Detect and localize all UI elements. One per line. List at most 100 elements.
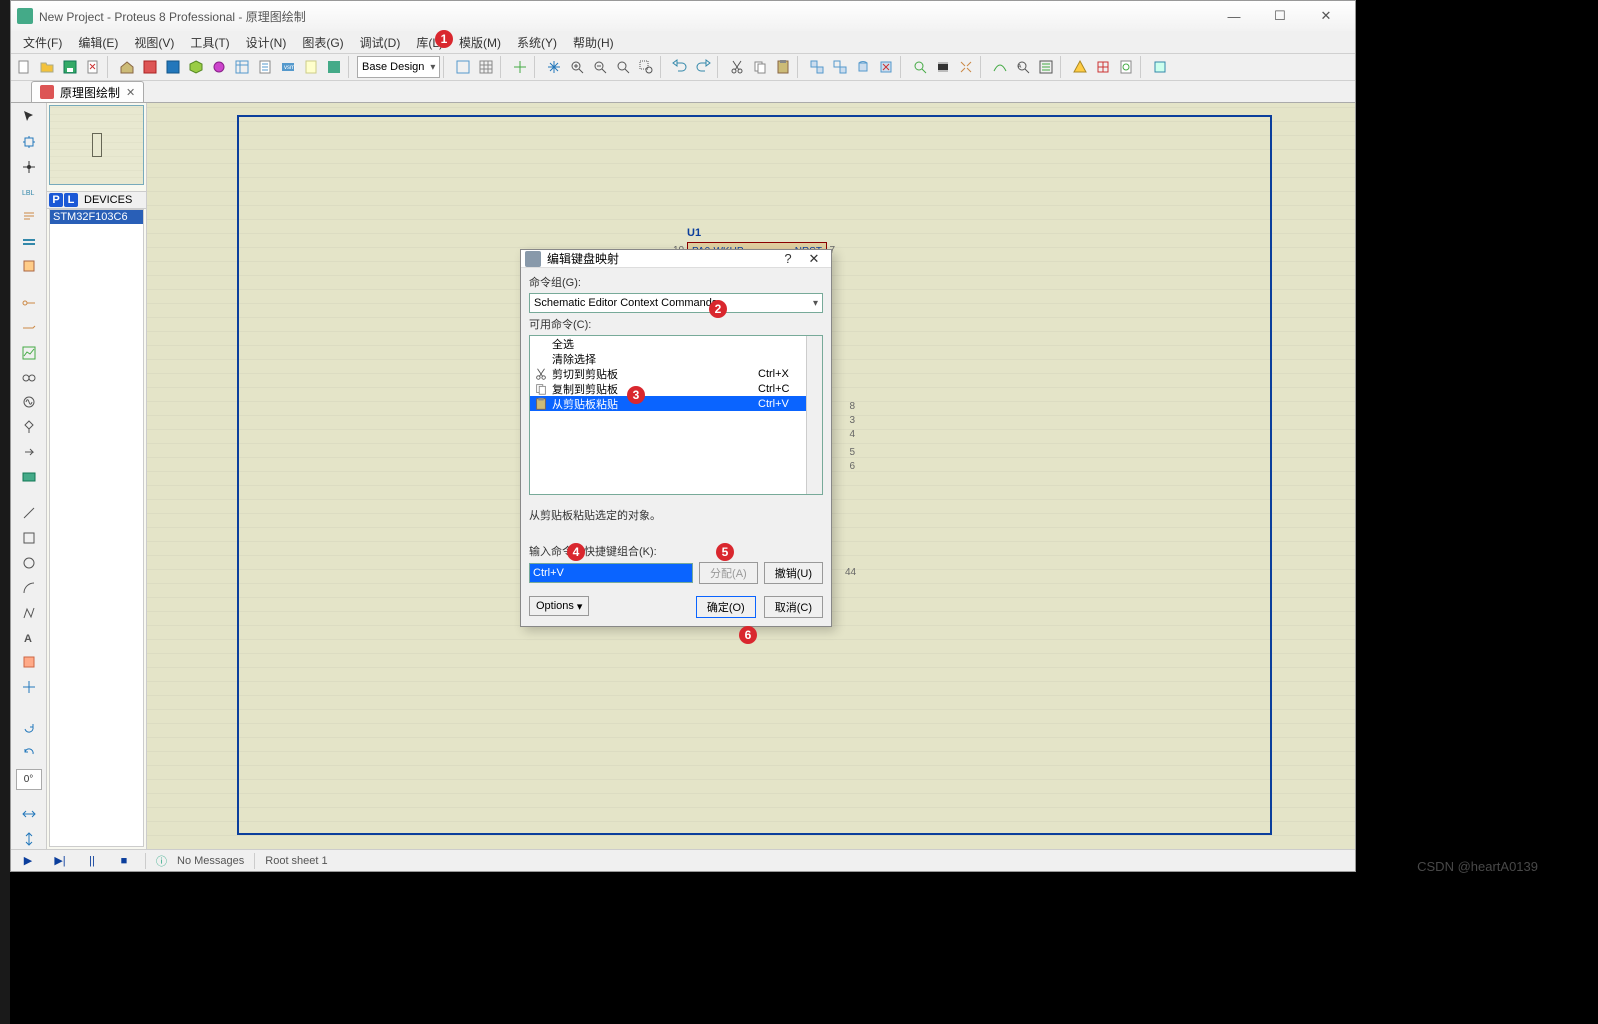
maximize-button[interactable]: ☐	[1257, 1, 1303, 31]
graph-tool-icon[interactable]	[18, 342, 40, 363]
wire-auto-icon[interactable]	[989, 56, 1011, 78]
home-icon[interactable]	[116, 56, 138, 78]
p-button[interactable]: P	[49, 193, 63, 207]
rotation-angle[interactable]: 0°	[16, 769, 42, 790]
component-tool-icon[interactable]	[18, 132, 40, 153]
play-icon[interactable]: ▶	[17, 852, 39, 870]
shortcut-input[interactable]	[529, 563, 693, 583]
copy-icon[interactable]	[749, 56, 771, 78]
menu-graph[interactable]: 图表(G)	[294, 32, 351, 53]
zoom-all-icon[interactable]	[612, 56, 634, 78]
open-icon[interactable]	[36, 56, 58, 78]
netlist-icon[interactable]	[1092, 56, 1114, 78]
probe-i-icon[interactable]	[18, 442, 40, 463]
menu-system[interactable]: 系统(Y)	[509, 32, 565, 53]
junction-tool-icon[interactable]	[18, 157, 40, 178]
ide-icon[interactable]	[323, 56, 345, 78]
block-delete-icon[interactable]	[875, 56, 897, 78]
design-explorer-icon[interactable]	[231, 56, 253, 78]
cut-icon[interactable]	[726, 56, 748, 78]
pin-tool-icon[interactable]	[18, 317, 40, 338]
menu-debug[interactable]: 调试(D)	[352, 32, 409, 53]
menu-edit[interactable]: 编辑(E)	[70, 32, 126, 53]
zoom-area-icon[interactable]	[635, 56, 657, 78]
block-move-icon[interactable]	[829, 56, 851, 78]
marker-2d-icon[interactable]	[18, 677, 40, 698]
list-item[interactable]: 清除选择	[530, 351, 822, 366]
tab-close-icon[interactable]: ✕	[126, 86, 135, 99]
block-copy-icon[interactable]	[806, 56, 828, 78]
bom2-icon[interactable]	[1115, 56, 1137, 78]
zoom-out-icon[interactable]	[589, 56, 611, 78]
grid-icon[interactable]	[475, 56, 497, 78]
menu-file[interactable]: 文件(F)	[15, 32, 70, 53]
close-button[interactable]: ✕	[1303, 1, 1349, 31]
bus-tool-icon[interactable]	[18, 231, 40, 252]
box-2d-icon[interactable]	[18, 528, 40, 549]
probe-v-icon[interactable]	[18, 417, 40, 438]
terminal-tool-icon[interactable]	[18, 293, 40, 314]
text-2d-icon[interactable]: A	[18, 627, 40, 648]
notes-icon[interactable]	[300, 56, 322, 78]
decompose-icon[interactable]	[955, 56, 977, 78]
symbol-2d-icon[interactable]	[18, 652, 40, 673]
arc-icon[interactable]	[1149, 56, 1171, 78]
assign-button[interactable]: 分配(A)	[699, 562, 758, 584]
circle-2d-icon[interactable]	[18, 553, 40, 574]
pause-icon[interactable]: ||	[81, 852, 103, 870]
line-2d-icon[interactable]	[18, 503, 40, 524]
save-icon[interactable]	[59, 56, 81, 78]
commands-listbox[interactable]: 全选 清除选择 剪切到剪贴板Ctrl+X 复制到剪贴板Ctrl+C 从剪贴板粘贴…	[529, 335, 823, 495]
menu-template[interactable]: 模版(M)	[451, 32, 509, 53]
redraw-icon[interactable]	[452, 56, 474, 78]
path-2d-icon[interactable]	[18, 602, 40, 623]
preview-pane[interactable]	[49, 105, 144, 185]
cancel-button[interactable]: 取消(C)	[764, 596, 823, 618]
bom-icon[interactable]	[254, 56, 276, 78]
instrument-tool-icon[interactable]	[18, 466, 40, 487]
devices-list[interactable]: STM32F103C6	[49, 209, 144, 847]
generator-tool-icon[interactable]	[18, 392, 40, 413]
selection-tool-icon[interactable]	[18, 107, 40, 128]
rotate-cw-icon[interactable]	[18, 719, 40, 740]
menu-help[interactable]: 帮助(H)	[565, 32, 622, 53]
list-item[interactable]: 复制到剪贴板Ctrl+C	[530, 381, 822, 396]
label-tool-icon[interactable]: LBL	[18, 182, 40, 203]
menu-tools[interactable]: 工具(T)	[182, 32, 237, 53]
redo-icon[interactable]	[692, 56, 714, 78]
pick-icon[interactable]	[909, 56, 931, 78]
paste-icon[interactable]	[772, 56, 794, 78]
list-item-selected[interactable]: 从剪贴板粘贴Ctrl+V	[530, 396, 822, 411]
ok-button[interactable]: 确定(O)	[696, 596, 756, 618]
block-rotate-icon[interactable]	[852, 56, 874, 78]
erc-icon[interactable]	[1069, 56, 1091, 78]
l-button[interactable]: L	[64, 193, 78, 207]
text-script-icon[interactable]	[18, 206, 40, 227]
tape-tool-icon[interactable]	[18, 367, 40, 388]
dialog-close-icon[interactable]: ✕	[801, 251, 827, 267]
new-icon[interactable]	[13, 56, 35, 78]
tab-schematic[interactable]: 原理图绘制 ✕	[31, 81, 144, 102]
pcb-icon[interactable]	[162, 56, 184, 78]
options-button[interactable]: Options▾	[529, 596, 589, 616]
scrollbar[interactable]	[806, 336, 822, 494]
list-item[interactable]: STM32F103C6	[50, 210, 143, 224]
menu-design[interactable]: 设计(N)	[238, 32, 295, 53]
3d-icon[interactable]	[185, 56, 207, 78]
package-icon[interactable]	[932, 56, 954, 78]
step-icon[interactable]: ▶|	[49, 852, 71, 870]
arc-2d-icon[interactable]	[18, 578, 40, 599]
list-item[interactable]: 剪切到剪贴板Ctrl+X	[530, 366, 822, 381]
search-icon[interactable]: A	[1012, 56, 1034, 78]
close-file-icon[interactable]	[82, 56, 104, 78]
schematic-icon[interactable]	[139, 56, 161, 78]
command-group-combo[interactable]: Schematic Editor Context Commands ▾	[529, 293, 823, 313]
rotate-ccw-icon[interactable]	[18, 744, 40, 765]
vsm-icon[interactable]: vsm	[277, 56, 299, 78]
undo-icon[interactable]	[669, 56, 691, 78]
menu-view[interactable]: 视图(V)	[126, 32, 182, 53]
stop-icon[interactable]: ■	[113, 852, 135, 870]
subcircuit-tool-icon[interactable]	[18, 256, 40, 277]
mirror-h-icon[interactable]	[18, 803, 40, 824]
minimize-button[interactable]: —	[1211, 1, 1257, 31]
